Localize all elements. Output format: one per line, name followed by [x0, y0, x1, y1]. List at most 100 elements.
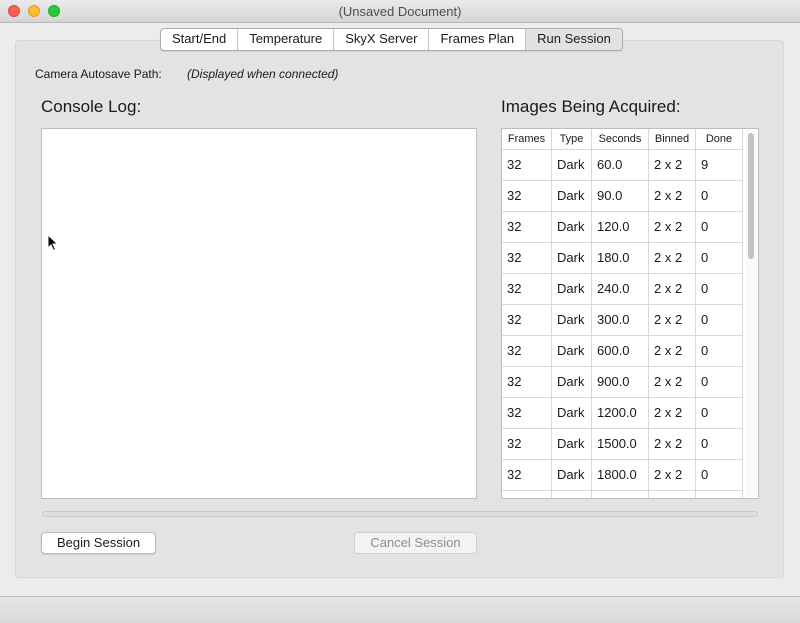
cell-binned: 2 x 2: [649, 274, 696, 304]
cell-frames: 32: [502, 212, 552, 242]
console-log-title: Console Log:: [41, 97, 142, 116]
cell-frames: 32: [502, 181, 552, 211]
table-row[interactable]: 32 Dark 60.0 2 x 2 9: [502, 150, 743, 181]
cell-done: 0: [696, 460, 743, 490]
tab-skyx-server[interactable]: SkyX Server: [334, 29, 430, 50]
cell-done: 0: [696, 305, 743, 335]
cell-binned: 3 x 3: [649, 491, 696, 498]
cell-binned: 2 x 2: [649, 367, 696, 397]
cell-binned: 2 x 2: [649, 460, 696, 490]
table-row[interactable]: 32 Dark 900.0 2 x 2 0: [502, 367, 743, 398]
cell-binned: 2 x 2: [649, 181, 696, 211]
cell-binned: 2 x 2: [649, 212, 696, 242]
cell-binned: 2 x 2: [649, 336, 696, 366]
table-row[interactable]: 32 Dark 1800.0 2 x 2 0: [502, 460, 743, 491]
cell-type: Dark: [552, 150, 592, 180]
cancel-session-button[interactable]: Cancel Session: [354, 532, 477, 554]
column-header-binned[interactable]: Binned: [649, 129, 696, 149]
cell-frames: 32: [502, 429, 552, 459]
cell-type: Dark: [552, 367, 592, 397]
cell-seconds: 240.0: [592, 274, 649, 304]
images-table[interactable]: Frames Type Seconds Binned Done 32 Dark …: [501, 128, 759, 499]
cell-seconds: 1800.0: [592, 460, 649, 490]
tab-temperature[interactable]: Temperature: [238, 29, 335, 50]
cell-type: Dark: [552, 460, 592, 490]
cell-done: 0: [696, 398, 743, 428]
cell-type: Dark: [552, 491, 592, 498]
cell-frames: 32: [502, 367, 552, 397]
cell-seconds: 60.0: [592, 150, 649, 180]
cell-seconds: 180.0: [592, 243, 649, 273]
table-row[interactable]: 32 Dark 600.0 2 x 2 0: [502, 336, 743, 367]
cell-done: 0: [696, 243, 743, 273]
cell-frames: 32: [502, 274, 552, 304]
cell-binned: 2 x 2: [649, 305, 696, 335]
window-bottom-bar: [0, 596, 800, 623]
begin-session-button[interactable]: Begin Session: [41, 532, 156, 554]
cell-done: 0: [696, 429, 743, 459]
cell-type: Dark: [552, 398, 592, 428]
title-bar[interactable]: (Unsaved Document): [0, 0, 800, 23]
tab-start-end[interactable]: Start/End: [161, 29, 239, 50]
console-log-area[interactable]: [41, 128, 477, 499]
cell-frames: 32: [502, 460, 552, 490]
column-header-done[interactable]: Done: [696, 129, 743, 149]
cell-done: 0: [696, 336, 743, 366]
cell-seconds: 90.0: [592, 181, 649, 211]
autosave-path-value: (Displayed when connected): [187, 67, 339, 81]
cell-done: 0: [696, 491, 743, 498]
column-header-frames[interactable]: Frames: [502, 129, 552, 149]
cell-seconds: 1500.0: [592, 429, 649, 459]
app-window: (Unsaved Document) Start/End Temperature…: [0, 0, 800, 623]
scrollbar-thumb[interactable]: [748, 133, 754, 259]
cell-frames: 32: [502, 336, 552, 366]
cell-type: Dark: [552, 274, 592, 304]
cell-binned: 2 x 2: [649, 243, 696, 273]
cell-type: Dark: [552, 429, 592, 459]
table-vertical-scrollbar[interactable]: [745, 130, 757, 497]
tab-run-session[interactable]: Run Session: [526, 29, 622, 50]
cell-seconds: 1200.0: [592, 398, 649, 428]
cell-seconds: 120.0: [592, 212, 649, 242]
table-row[interactable]: 32 Dark 240.0 2 x 2 0: [502, 274, 743, 305]
cell-seconds: 0.5: [592, 491, 649, 498]
cell-done: 9: [696, 150, 743, 180]
cell-seconds: 600.0: [592, 336, 649, 366]
table-row[interactable]: 32 Dark 1200.0 2 x 2 0: [502, 398, 743, 429]
cell-type: Dark: [552, 336, 592, 366]
cell-seconds: 900.0: [592, 367, 649, 397]
cell-type: Dark: [552, 181, 592, 211]
images-acquired-title: Images Being Acquired:: [501, 97, 681, 116]
tab-bar: Start/End Temperature SkyX Server Frames…: [160, 28, 623, 51]
cell-done: 0: [696, 367, 743, 397]
mouse-pointer-icon: [47, 234, 59, 252]
cell-frames: 32: [502, 398, 552, 428]
cell-frames: 32: [502, 305, 552, 335]
column-header-seconds[interactable]: Seconds: [592, 129, 649, 149]
cell-binned: 2 x 2: [649, 398, 696, 428]
cell-frames: 32: [502, 491, 552, 498]
window-title: (Unsaved Document): [338, 4, 462, 19]
table-row[interactable]: 32 Dark 1500.0 2 x 2 0: [502, 429, 743, 460]
cell-done: 0: [696, 181, 743, 211]
cell-done: 0: [696, 212, 743, 242]
table-row[interactable]: 32 Dark 0.5 3 x 3 0: [502, 491, 743, 498]
cell-type: Dark: [552, 243, 592, 273]
cell-frames: 32: [502, 243, 552, 273]
session-progress-bar: [42, 511, 758, 517]
cell-type: Dark: [552, 212, 592, 242]
cell-binned: 2 x 2: [649, 150, 696, 180]
cell-done: 0: [696, 274, 743, 304]
cell-frames: 32: [502, 150, 552, 180]
table-row[interactable]: 32 Dark 120.0 2 x 2 0: [502, 212, 743, 243]
table-rows: 32 Dark 60.0 2 x 2 9 32 Dark 90.0 2 x 2 …: [502, 150, 743, 498]
cell-type: Dark: [552, 305, 592, 335]
table-row[interactable]: 32 Dark 180.0 2 x 2 0: [502, 243, 743, 274]
tab-frames-plan[interactable]: Frames Plan: [429, 29, 527, 50]
cell-seconds: 300.0: [592, 305, 649, 335]
table-row[interactable]: 32 Dark 300.0 2 x 2 0: [502, 305, 743, 336]
table-header: Frames Type Seconds Binned Done: [502, 129, 743, 150]
table-row[interactable]: 32 Dark 90.0 2 x 2 0: [502, 181, 743, 212]
autosave-path-label: Camera Autosave Path:: [35, 67, 162, 81]
column-header-type[interactable]: Type: [552, 129, 592, 149]
